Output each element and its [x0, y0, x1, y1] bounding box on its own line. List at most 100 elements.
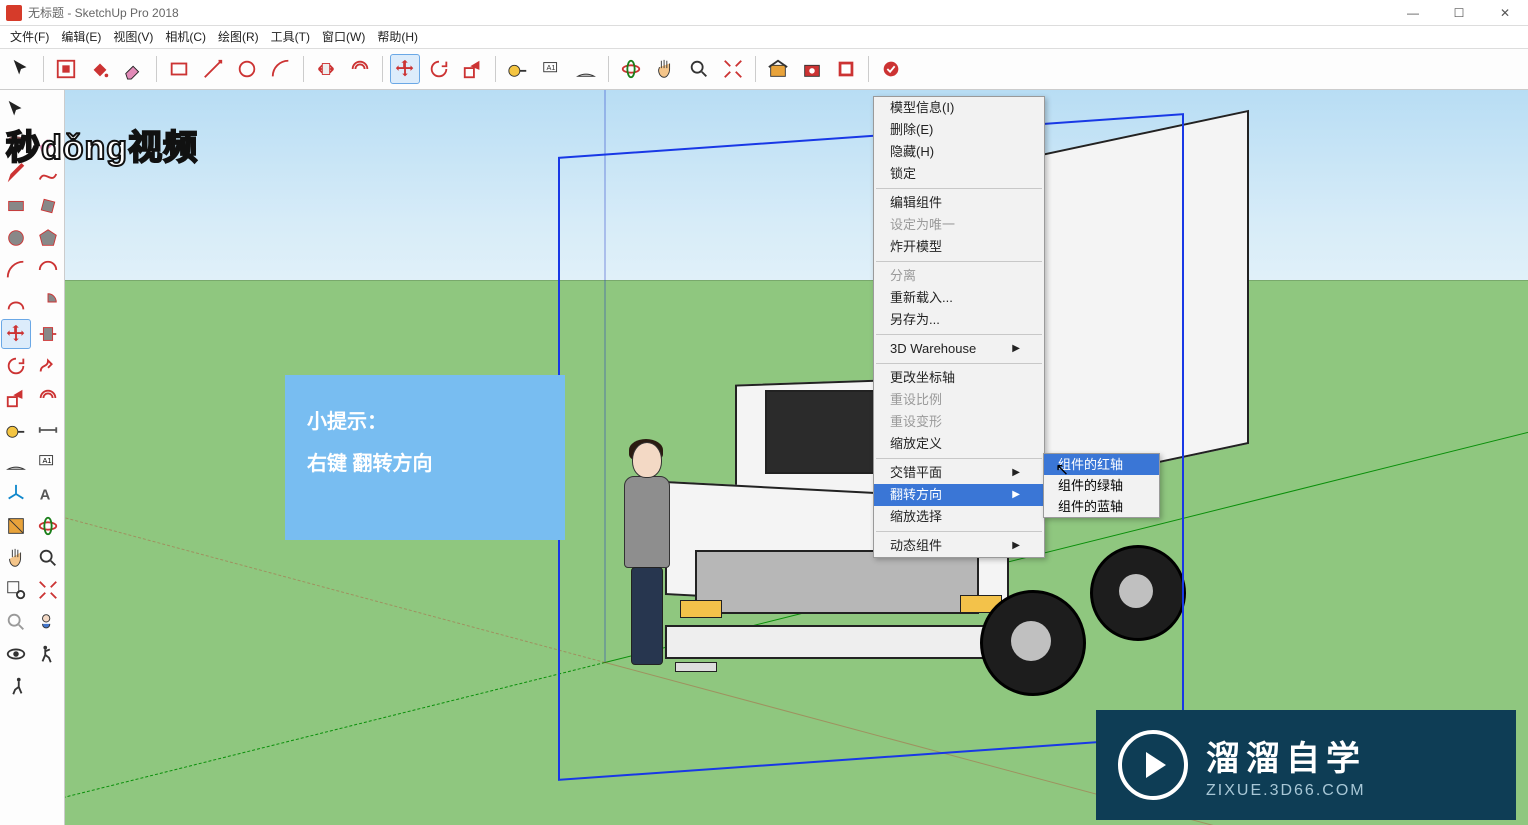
walk-icon[interactable]: [33, 639, 63, 669]
text2-icon[interactable]: A1: [33, 447, 63, 477]
followme-icon[interactable]: [33, 351, 63, 381]
freehand-icon[interactable]: [33, 159, 63, 189]
menu-view[interactable]: 视图(V): [107, 26, 159, 48]
menu-window[interactable]: 窗口(W): [316, 26, 371, 48]
zoomext2-icon[interactable]: [33, 575, 63, 605]
scale-tool-icon[interactable]: [458, 54, 488, 84]
titlebar: 无标题 - SketchUp Pro 2018 — ☐ ✕: [0, 0, 1528, 26]
dimension-icon[interactable]: [33, 415, 63, 445]
ctx-删除(E)[interactable]: 删除(E): [874, 119, 1044, 141]
minimize-button[interactable]: —: [1390, 0, 1436, 25]
3dtext-icon[interactable]: A: [33, 479, 63, 509]
menu-camera[interactable]: 相机(C): [159, 26, 212, 48]
arc-tool-icon[interactable]: [266, 54, 296, 84]
make-component-icon[interactable]: [51, 54, 81, 84]
extension-warehouse-icon[interactable]: [797, 54, 827, 84]
offset-tool-icon[interactable]: [345, 54, 375, 84]
ctx-模型信息(I)[interactable]: 模型信息(I): [874, 97, 1044, 119]
context-menu[interactable]: 模型信息(I)删除(E)隐藏(H)锁定编辑组件设定为唯一炸开模型分离重新载入..…: [873, 96, 1045, 558]
circle-tool-icon[interactable]: [232, 54, 262, 84]
pan2-icon[interactable]: [1, 543, 31, 573]
menu-help[interactable]: 帮助(H): [371, 26, 424, 48]
tape2-icon[interactable]: [1, 415, 31, 445]
rotate-tool-icon[interactable]: [424, 54, 454, 84]
extension-manager-icon[interactable]: [876, 54, 906, 84]
scale2-icon[interactable]: [1, 383, 31, 413]
circ-icon[interactable]: [1, 223, 31, 253]
ctx-更改坐标轴[interactable]: 更改坐标轴: [874, 367, 1044, 389]
select-tool-icon[interactable]: [6, 54, 36, 84]
lasso-icon[interactable]: [1, 127, 31, 157]
pushpull-tool-icon[interactable]: [311, 54, 341, 84]
rotrect-icon[interactable]: [33, 191, 63, 221]
menu-edit[interactable]: 编辑(E): [55, 26, 107, 48]
menu-file[interactable]: 文件(F): [4, 26, 55, 48]
zoomwin-icon[interactable]: [1, 575, 31, 605]
bottom-banner: 溜溜自学 ZIXUE.3D66.COM: [1096, 710, 1516, 820]
warehouse-icon[interactable]: [763, 54, 793, 84]
move2-icon[interactable]: [1, 319, 31, 349]
menu-draw[interactable]: 绘图(R): [212, 26, 265, 48]
protractor-icon[interactable]: [571, 54, 601, 84]
menu-tools[interactable]: 工具(T): [265, 26, 316, 48]
orbit-tool-icon[interactable]: [616, 54, 646, 84]
ctx-缩放定义[interactable]: 缩放定义: [874, 433, 1044, 455]
orbit2-icon[interactable]: [33, 511, 63, 541]
layout-icon[interactable]: [831, 54, 861, 84]
ctx-分离: 分离: [874, 265, 1044, 287]
ctx-交错平面[interactable]: 交错平面▶: [874, 462, 1044, 484]
eraser2-icon[interactable]: [33, 127, 63, 157]
viewport[interactable]: 小提示： 右键 翻转方向 模型信息(I)删除(E)隐藏(H)锁定编辑组件设定为唯…: [65, 90, 1528, 825]
ctx-炸开模型[interactable]: 炸开模型: [874, 236, 1044, 258]
ctx-编辑组件[interactable]: 编辑组件: [874, 192, 1044, 214]
text-tool-icon[interactable]: A1: [537, 54, 567, 84]
eraser-icon[interactable]: [119, 54, 149, 84]
ctx-另存为...[interactable]: 另存为...: [874, 309, 1044, 331]
tape-measure-icon[interactable]: [503, 54, 533, 84]
ctx-动态组件[interactable]: 动态组件▶: [874, 535, 1044, 557]
sub-组件的绿轴[interactable]: 组件的绿轴: [1044, 475, 1159, 496]
ctx-锁定[interactable]: 锁定: [874, 163, 1044, 185]
prev-view-icon[interactable]: [1, 607, 31, 637]
rect-icon[interactable]: [1, 191, 31, 221]
maximize-button[interactable]: ☐: [1436, 0, 1482, 25]
rectangle-tool-icon[interactable]: [164, 54, 194, 84]
pie-icon[interactable]: [33, 287, 63, 317]
move-tool-icon[interactable]: [390, 54, 420, 84]
flip-submenu[interactable]: 组件的红轴组件的绿轴组件的蓝轴: [1043, 453, 1160, 518]
line-tool-icon[interactable]: [198, 54, 228, 84]
zoom-extents-icon[interactable]: [718, 54, 748, 84]
rotate2-icon[interactable]: [1, 351, 31, 381]
tip-title: 小提示：: [307, 401, 543, 443]
ctx-隐藏(H)[interactable]: 隐藏(H): [874, 141, 1044, 163]
sub-组件的蓝轴[interactable]: 组件的蓝轴: [1044, 496, 1159, 517]
arc1-icon[interactable]: [1, 255, 31, 285]
walk2-icon[interactable]: [1, 671, 31, 701]
protractor2-icon[interactable]: [1, 447, 31, 477]
paint-bucket-icon[interactable]: [85, 54, 115, 84]
close-button[interactable]: ✕: [1482, 0, 1528, 25]
look-around-icon[interactable]: [1, 639, 31, 669]
sub-组件的红轴[interactable]: 组件的红轴: [1044, 454, 1159, 475]
offset2-icon[interactable]: [33, 383, 63, 413]
axes-icon[interactable]: [1, 479, 31, 509]
ctx-缩放选择[interactable]: 缩放选择: [874, 506, 1044, 528]
position-camera-icon[interactable]: [33, 607, 63, 637]
svg-text:A1: A1: [547, 63, 556, 72]
zoom-tool-icon[interactable]: [684, 54, 714, 84]
left-toolbar: A1 A: [0, 90, 65, 825]
zoom2-icon[interactable]: [33, 543, 63, 573]
arc3-icon[interactable]: [1, 287, 31, 317]
pushpull2-icon[interactable]: [33, 319, 63, 349]
tip-box: 小提示： 右键 翻转方向: [285, 375, 565, 540]
poly-icon[interactable]: [33, 223, 63, 253]
select-icon[interactable]: [1, 95, 31, 125]
section-icon[interactable]: [1, 511, 31, 541]
toolbar-top: A1: [0, 49, 1528, 90]
pencil-icon[interactable]: [1, 159, 31, 189]
ctx-重新载入...[interactable]: 重新载入...: [874, 287, 1044, 309]
ctx-3D Warehouse[interactable]: 3D Warehouse▶: [874, 338, 1044, 360]
pan-tool-icon[interactable]: [650, 54, 680, 84]
ctx-翻转方向[interactable]: 翻转方向▶: [874, 484, 1044, 506]
arc2-icon[interactable]: [33, 255, 63, 285]
